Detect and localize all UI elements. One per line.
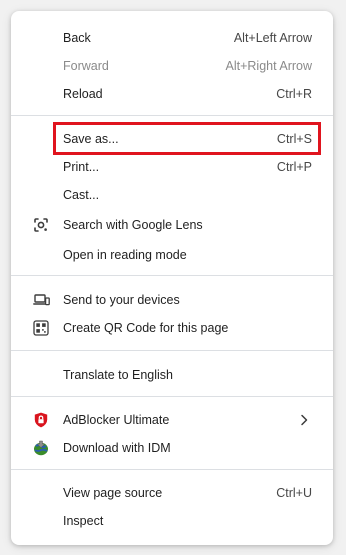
- menu-item-shortcut: Alt+Left Arrow: [233, 31, 312, 45]
- menu-divider: [11, 115, 333, 116]
- menu-divider: [11, 350, 333, 351]
- menu-item-label: Back: [63, 31, 91, 45]
- adblocker-shield-icon: [32, 411, 50, 429]
- menu-item-label: Print...: [63, 160, 100, 174]
- menu-item-reload[interactable]: Reload Ctrl+R: [11, 80, 333, 108]
- menu-item-label: Cast...: [63, 188, 100, 202]
- menu-item-label: Save as...: [63, 132, 119, 146]
- menu-divider: [11, 275, 333, 276]
- menu-item-shortcut: Alt+Right Arrow: [225, 59, 313, 73]
- menu-divider: [11, 469, 333, 470]
- menu-item-label: Create QR Code for this page: [63, 321, 229, 335]
- menu-item-create-qr-code[interactable]: Create QR Code for this page: [11, 314, 333, 342]
- menu-item-adblocker-ultimate[interactable]: AdBlocker Ultimate: [11, 406, 333, 434]
- menu-item-shortcut: Ctrl+R: [276, 87, 312, 101]
- devices-icon: [32, 291, 50, 309]
- menu-item-label: Reload: [63, 87, 103, 101]
- menu-item-label: Download with IDM: [63, 441, 171, 455]
- menu-item-inspect[interactable]: Inspect: [11, 507, 333, 535]
- menu-item-shortcut: Ctrl+U: [276, 486, 312, 500]
- chevron-right-icon: [299, 414, 309, 426]
- menu-item-label: AdBlocker Ultimate: [63, 413, 170, 427]
- menu-item-reading-mode[interactable]: Open in reading mode: [11, 241, 333, 269]
- idm-globe-icon: [32, 439, 50, 457]
- menu-item-send-to-devices[interactable]: Send to your devices: [11, 286, 333, 314]
- menu-item-search-google-lens[interactable]: Search with Google Lens: [11, 211, 333, 239]
- menu-item-forward: Forward Alt+Right Arrow: [11, 52, 333, 80]
- menu-item-cast[interactable]: Cast...: [11, 181, 333, 209]
- qr-code-icon: [32, 319, 50, 337]
- menu-item-save-as[interactable]: Save as... Ctrl+S: [11, 125, 333, 153]
- context-menu: Back Alt+Left Arrow Forward Alt+Right Ar…: [11, 11, 333, 545]
- menu-divider: [11, 396, 333, 397]
- menu-item-view-page-source[interactable]: View page source Ctrl+U: [11, 479, 333, 507]
- menu-item-label: Search with Google Lens: [63, 218, 203, 232]
- menu-item-print[interactable]: Print... Ctrl+P: [11, 153, 333, 181]
- menu-item-translate[interactable]: Translate to English: [11, 361, 333, 389]
- menu-item-back[interactable]: Back Alt+Left Arrow: [11, 24, 333, 52]
- menu-item-shortcut: Ctrl+S: [276, 132, 312, 146]
- menu-item-download-idm[interactable]: Download with IDM: [11, 434, 333, 462]
- google-lens-icon: [32, 216, 50, 234]
- menu-item-label: View page source: [63, 486, 163, 500]
- menu-item-label: Translate to English: [63, 368, 174, 382]
- menu-item-label: Send to your devices: [63, 293, 180, 307]
- menu-item-shortcut: Ctrl+P: [276, 160, 312, 174]
- menu-item-label: Inspect: [63, 514, 104, 528]
- menu-item-label: Open in reading mode: [63, 248, 187, 262]
- menu-item-label: Forward: [63, 59, 109, 73]
